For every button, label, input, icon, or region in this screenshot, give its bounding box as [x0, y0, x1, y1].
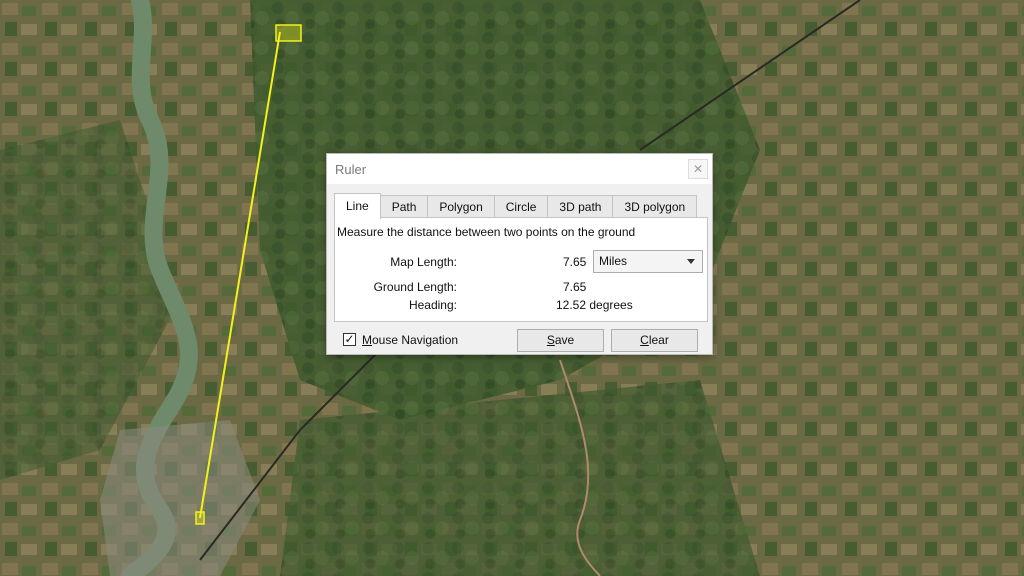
tab-description: Measure the distance between two points …: [337, 225, 636, 239]
tab-line[interactable]: Line: [334, 193, 381, 219]
tab-polygon[interactable]: Polygon: [427, 195, 495, 218]
save-label-rest: ave: [554, 333, 575, 347]
close-icon[interactable]: ✕: [688, 159, 708, 179]
tab-3d-path[interactable]: 3D path: [547, 195, 614, 218]
ground-length-label: Ground Length:: [373, 280, 457, 294]
ruler-dialog: Ruler ✕ Line Path Polygon Circle 3D path…: [326, 153, 713, 355]
ground-length-value: 7.65: [563, 280, 587, 294]
map-length-label: Map Length:: [390, 255, 457, 269]
map-length-value: 7.65: [563, 255, 587, 269]
clear-button[interactable]: Clear: [611, 329, 698, 352]
tab-path[interactable]: Path: [379, 195, 429, 218]
clear-mnemonic: C: [640, 333, 649, 347]
tab-circle[interactable]: Circle: [493, 195, 549, 218]
dialog-titlebar[interactable]: Ruler ✕: [327, 154, 712, 184]
mouse-navigation-label[interactable]: Mouse Navigation: [362, 333, 458, 347]
checkmark-icon: ✓: [344, 332, 355, 346]
dialog-footer: ✓ Mouse Navigation Save Clear: [327, 326, 712, 354]
mouse-navigation-mnemonic: M: [362, 333, 372, 347]
chevron-down-icon: [687, 259, 695, 264]
dialog-title: Ruler: [335, 162, 367, 177]
mouse-navigation-checkbox[interactable]: ✓: [343, 333, 356, 346]
mouse-navigation-label-rest: ouse Navigation: [372, 333, 459, 347]
units-selected-value: Miles: [599, 254, 628, 268]
units-dropdown[interactable]: Miles: [593, 250, 703, 273]
line-tab-panel: Measure the distance between two points …: [334, 217, 708, 322]
measure-mode-tabs: Line Path Polygon Circle 3D path 3D poly…: [334, 193, 698, 219]
clear-label-rest: lear: [648, 333, 669, 347]
tab-3d-polygon[interactable]: 3D polygon: [612, 195, 698, 218]
save-button[interactable]: Save: [517, 329, 604, 352]
heading-value: 12.52 degrees: [556, 298, 633, 312]
heading-label: Heading:: [408, 298, 457, 312]
save-mnemonic: S: [546, 333, 555, 347]
